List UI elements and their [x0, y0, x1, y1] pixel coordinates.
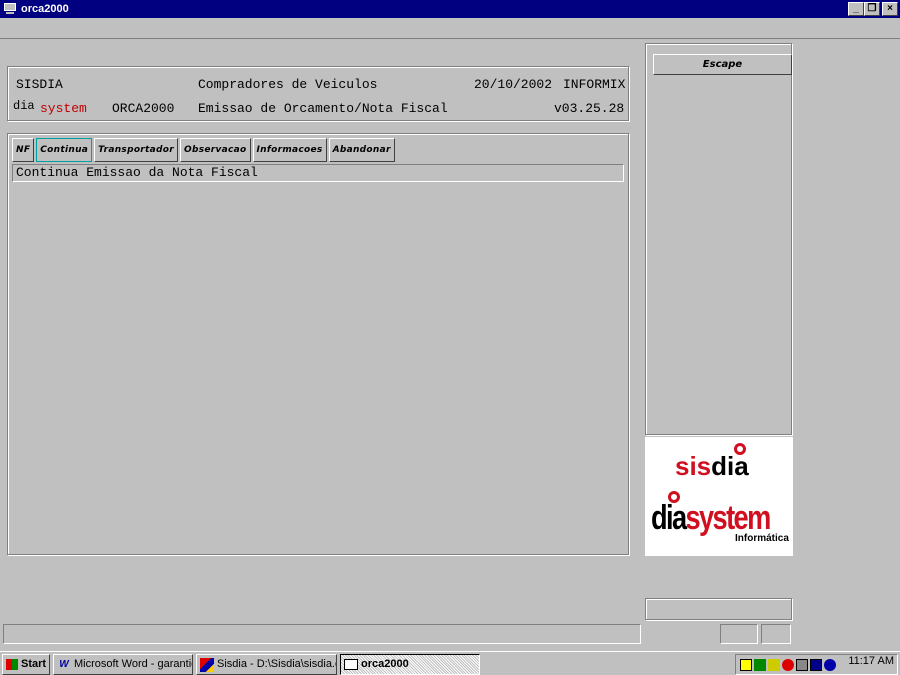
program-name: ORCA2000: [112, 101, 175, 116]
menu-description: Continua Emissao da Nota Fiscal: [12, 164, 624, 182]
task-word[interactable]: W Microsoft Word - garantiee...: [53, 654, 193, 675]
main-panel: NF Continua Transportador Observacao Inf…: [7, 133, 629, 555]
logo-ring-icon-2: [668, 491, 680, 503]
statusbar: [0, 622, 900, 646]
network-icon[interactable]: [754, 658, 766, 671]
clock[interactable]: 11:17 AM: [848, 655, 894, 667]
sisdia-logo: sisdia diasystem Informática: [645, 437, 793, 556]
close-button[interactable]: ×: [882, 2, 898, 16]
menu-observacao[interactable]: Observacao: [180, 138, 251, 162]
module-title: Compradores de Veiculos: [198, 77, 378, 92]
page-subtitle: Emissao de Orcamento/Nota Fiscal: [198, 101, 448, 116]
company-name: SISDIA: [16, 77, 63, 92]
right-empty-area: [792, 40, 900, 650]
word-icon: W: [59, 658, 69, 670]
brand-dia: dia: [13, 99, 35, 113]
ig-icon[interactable]: [824, 658, 836, 671]
start-button[interactable]: Start: [2, 654, 50, 675]
brand-system: system: [40, 101, 87, 116]
logo-sisdia-text: sisdia: [675, 451, 749, 481]
volume-icon[interactable]: [740, 658, 752, 671]
maximize-button[interactable]: ❐: [864, 2, 880, 16]
window-title: orca2000: [21, 3, 69, 15]
side-bottom-panel: [645, 598, 792, 620]
status-field-2: [761, 624, 791, 644]
taskbar: Start W Microsoft Word - garantiee... Si…: [0, 651, 900, 675]
app-icon: [3, 3, 17, 15]
header-panel: SISDIA Compradores de Veiculos 20/10/200…: [7, 66, 629, 121]
status-field-1: [720, 624, 758, 644]
ring-menu: NF Continua Transportador Observacao Inf…: [12, 138, 397, 162]
database-name: INFORMIX: [563, 77, 626, 92]
menu-transportador[interactable]: Transportador: [94, 138, 178, 162]
logo-informatica: Informática: [735, 533, 789, 544]
side-panel: Escape: [645, 43, 792, 435]
menu-informacoes[interactable]: Informacoes: [252, 138, 327, 162]
display-icon[interactable]: [810, 658, 822, 671]
task-orca2000[interactable]: orca2000: [340, 654, 480, 675]
menu-abandonar[interactable]: Abandonar: [328, 138, 395, 162]
minimize-button[interactable]: _: [848, 2, 864, 16]
status-message-field: [3, 624, 641, 644]
toolbar-area: [0, 18, 900, 39]
sisdia-icon: [200, 657, 214, 672]
current-date: 20/10/2002: [474, 77, 553, 92]
terminal-icon: [344, 659, 358, 670]
monitor-icon[interactable]: [796, 658, 808, 671]
window-titlebar[interactable]: orca2000 _ ❐ ×: [0, 0, 900, 18]
tool-icon[interactable]: [768, 658, 780, 671]
menu-continua[interactable]: Continua: [36, 138, 93, 162]
version-label: v03.25.28: [554, 101, 625, 116]
windows-flag-icon: [6, 659, 18, 670]
menu-nf[interactable]: NF: [12, 138, 35, 162]
task-sisdia[interactable]: Sisdia - D:\Sisdia\sisdia.cmd: [196, 654, 337, 675]
logo-ring-icon: [734, 443, 746, 455]
escape-button[interactable]: Escape: [653, 54, 792, 75]
antivirus-icon[interactable]: [782, 658, 794, 671]
